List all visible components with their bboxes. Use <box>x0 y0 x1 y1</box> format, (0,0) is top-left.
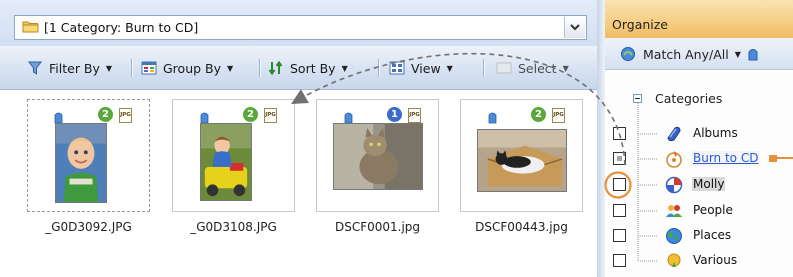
toolbar-divider <box>378 59 380 77</box>
group-icon <box>141 61 157 75</box>
category-label: Molly <box>692 177 726 191</box>
jpg-badge: JPG <box>552 108 565 123</box>
category-row-molly[interactable]: Molly <box>605 173 793 197</box>
category-checkbox[interactable] <box>613 152 626 165</box>
category-label: Albums <box>693 126 738 140</box>
category-row-places[interactable]: Places <box>605 224 793 248</box>
category-checkbox[interactable] <box>613 204 626 217</box>
places-icon <box>666 228 682 244</box>
category-row-albums[interactable]: Albums <box>605 122 793 146</box>
thumbnail-grid: 2 JPG _G0D3092.JPG 2 JPG _G0D3108.JPG 1 … <box>0 90 597 277</box>
address-dropdown-button[interactable] <box>564 17 585 38</box>
chevron-down-icon: ▼ <box>562 63 569 73</box>
address-bar: [1 Category: Burn to CD] <box>0 0 597 46</box>
jpg-badge: JPG <box>408 108 421 123</box>
category-row-burn-to-cd[interactable]: Burn to CD <box>605 147 793 171</box>
category-checkbox[interactable] <box>613 178 626 191</box>
chevron-down-icon: ▼ <box>105 63 113 73</box>
filter-icon <box>28 61 42 75</box>
jpg-badge: JPG <box>119 108 132 123</box>
category-checkbox[interactable] <box>613 254 626 267</box>
photo-thumbnail <box>55 123 107 203</box>
people-icon <box>666 205 682 217</box>
various-icon <box>667 253 681 267</box>
category-checkbox[interactable] <box>613 127 626 140</box>
thumbnail-filename: DSCF0001.jpg <box>334 220 421 234</box>
organize-pane: Organize Match Any/All ▼ Categories Albu… <box>605 0 793 277</box>
select-icon <box>496 62 512 74</box>
view-label: View <box>411 60 441 76</box>
tag-count-badge: 2 <box>531 107 546 122</box>
toolbar-divider <box>131 59 133 77</box>
view-button[interactable]: View ▼ <box>389 57 453 79</box>
browser-toolbar: Filter By ▼ Group By ▼ Sort By ▼ View ▼ … <box>0 46 597 90</box>
thumbnail-filename: _G0D3092.JPG <box>45 220 132 234</box>
category-label: Various <box>693 253 738 267</box>
category-label: Places <box>693 228 732 242</box>
tag-icon <box>488 112 497 124</box>
category-row-people[interactable]: People <box>605 199 793 223</box>
address-path: [1 Category: Burn to CD] <box>44 20 199 35</box>
chevron-down-icon <box>570 24 580 31</box>
photo-thumbnail <box>333 123 423 190</box>
albums-icon <box>667 126 681 142</box>
photo-thumbnail <box>477 129 567 192</box>
category-label-link[interactable]: Burn to CD <box>692 151 760 165</box>
tag-count-badge: 2 <box>98 107 113 122</box>
category-checkbox[interactable] <box>613 229 626 242</box>
molly-category-icon <box>665 176 683 194</box>
filter-by-button[interactable]: Filter By ▼ <box>27 57 112 79</box>
photo-browser-pane: [1 Category: Burn to CD] Filter By ▼ Gro… <box>0 0 597 277</box>
tag-count-badge: 1 <box>387 107 402 122</box>
folder-icon <box>22 21 39 33</box>
toolbar-divider <box>259 59 261 77</box>
address-field[interactable]: [1 Category: Burn to CD] <box>14 15 587 40</box>
filter-by-label: Filter By <box>49 60 100 76</box>
group-by-button[interactable]: Group By ▼ <box>141 57 233 79</box>
view-icon <box>389 61 405 75</box>
toolbar-divider <box>483 59 485 77</box>
thumbnail-filename: DSCF00443.jpg <box>475 220 568 234</box>
sort-by-button[interactable]: Sort By ▼ <box>268 57 348 79</box>
chevron-down-icon: ▼ <box>341 63 348 73</box>
category-label: People <box>693 203 733 217</box>
photo-thumbnail <box>200 123 252 201</box>
select-button[interactable]: Select ▼ <box>496 57 569 79</box>
jpg-badge: JPG <box>264 108 277 123</box>
sort-by-label: Sort By <box>290 60 336 76</box>
thumbnail-filename: _G0D3108.JPG <box>190 220 277 234</box>
sort-icon <box>268 60 283 76</box>
chevron-down-icon: ▼ <box>446 63 453 73</box>
burn-to-cd-icon <box>666 151 682 168</box>
tag-count-badge: 2 <box>243 107 258 122</box>
chevron-down-icon: ▼ <box>227 63 234 73</box>
select-label: Select <box>518 60 557 76</box>
group-by-label: Group By <box>163 60 222 76</box>
pane-splitter[interactable] <box>597 0 605 277</box>
category-row-various[interactable]: Various <box>605 249 793 273</box>
